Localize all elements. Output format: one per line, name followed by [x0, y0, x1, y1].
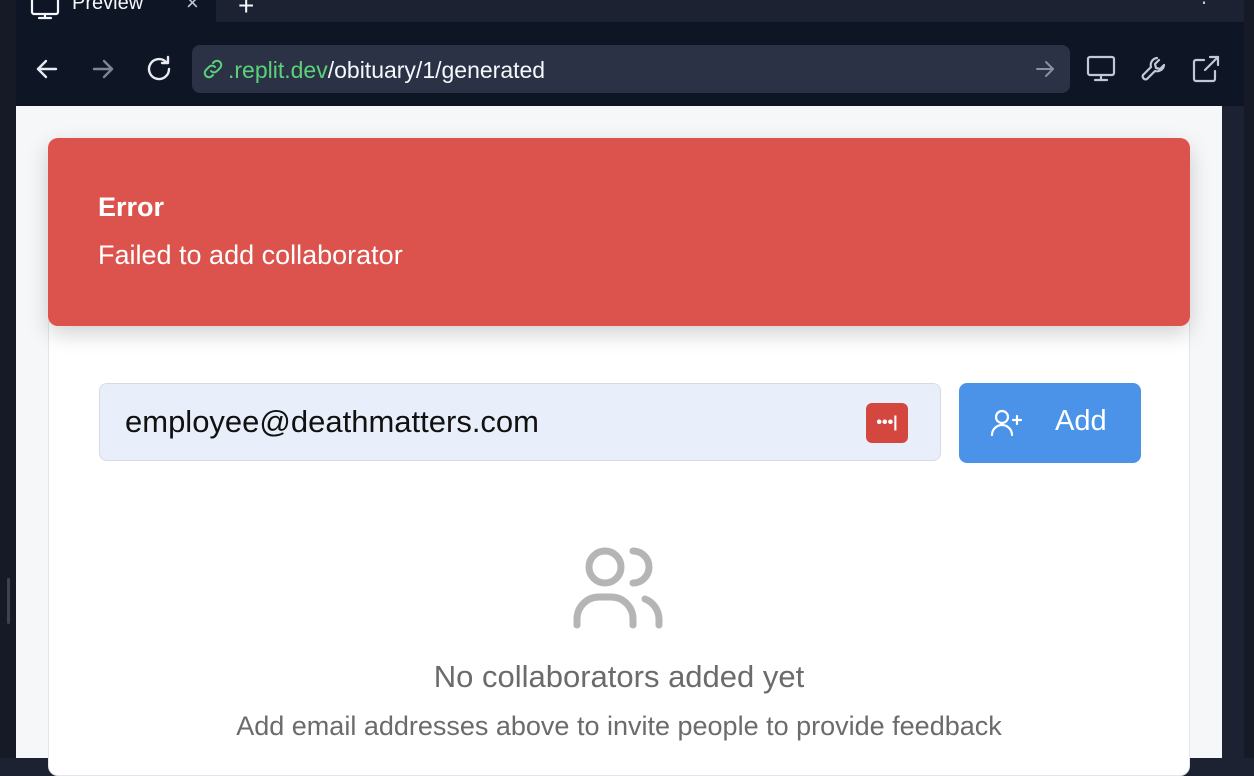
add-collaborator-button[interactable]: Add: [959, 383, 1141, 463]
password-manager-icon[interactable]: •••|: [866, 403, 908, 443]
toast-title: Error: [98, 192, 165, 222]
arrow-right-icon: [92, 59, 114, 79]
external-link-icon: [1192, 55, 1220, 83]
reload-button[interactable]: [144, 54, 174, 84]
toast-description: Failed to add collaborator: [98, 240, 403, 270]
email-input[interactable]: [99, 383, 941, 461]
collaborators-card: •••| Add No collaborators added yet Add …: [48, 314, 1190, 776]
resize-handle[interactable]: [7, 578, 10, 624]
device-preview-button[interactable]: [1086, 54, 1116, 84]
address-bar[interactable]: .replit.dev/obituary/1/generated: [192, 45, 1070, 93]
tab-title: Preview: [72, 0, 144, 14]
tab-bar: Preview × + ⋮: [16, 0, 1244, 22]
new-tab-button[interactable]: +: [238, 0, 254, 22]
empty-state-title: No collaborators added yet: [433, 659, 805, 694]
users-icon: [573, 545, 665, 634]
user-plus-icon: [990, 408, 1023, 441]
monitor-icon: [1086, 55, 1116, 82]
empty-state-subtitle: Add email addresses above to invite peop…: [236, 711, 1002, 741]
workspace-left-edge: [0, 0, 16, 758]
arrow-right-icon: [1036, 61, 1054, 77]
back-button[interactable]: [32, 54, 62, 84]
devtools-button[interactable]: [1139, 54, 1169, 84]
add-button-label: Add: [1055, 405, 1107, 437]
url-path: /obituary/1/generated: [327, 57, 546, 83]
url-host: .replit.dev: [228, 57, 328, 83]
link-icon: [202, 58, 224, 85]
workspace-right-edge: [1244, 0, 1254, 758]
error-toast[interactable]: Error Failed to add collaborator: [48, 138, 1190, 326]
arrow-left-icon: [36, 59, 58, 79]
go-button[interactable]: [1034, 58, 1056, 85]
url-text: .replit.dev/obituary/1/generated: [228, 57, 545, 84]
browser-toolbar: .replit.dev/obituary/1/generated: [16, 22, 1244, 106]
forward-button[interactable]: [88, 54, 118, 84]
close-icon[interactable]: ×: [186, 0, 199, 16]
wrench-icon: [1141, 56, 1166, 81]
refresh-icon: [147, 55, 171, 81]
open-external-button[interactable]: [1191, 54, 1221, 84]
tab-preview[interactable]: Preview ×: [16, 0, 216, 22]
